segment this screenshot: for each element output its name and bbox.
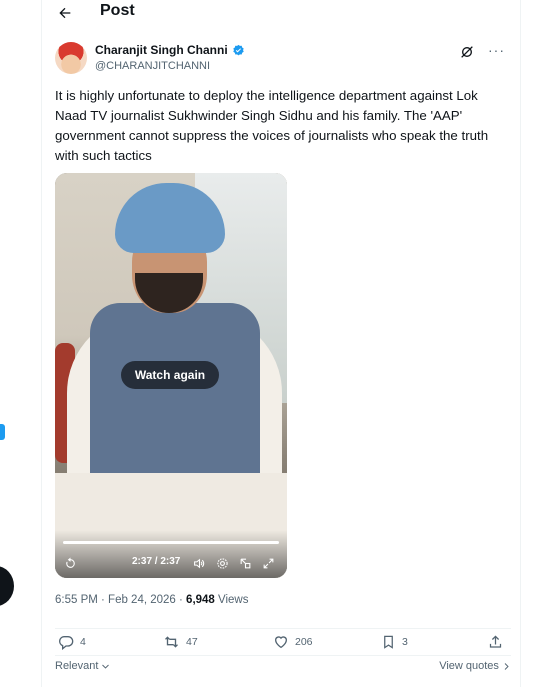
share-button[interactable] [488,634,503,650]
author-handle[interactable]: @CHARANJITCHANNI [95,60,210,72]
right-rail [521,0,546,687]
back-button[interactable] [54,2,76,24]
sort-replies-label: Relevant [55,660,99,672]
chevron-right-icon [504,662,509,670]
verified-badge-icon [232,44,244,55]
like-count: 206 [295,636,313,648]
author-display-name[interactable]: Charanjit Singh Channi [95,43,228,57]
fullscreen-icon[interactable] [261,556,275,570]
repost-count: 47 [186,636,198,648]
author-name-row: Charanjit Singh Channi [95,43,245,57]
tweet-meta: 6:55 PM · Feb 24, 2026 · 6,948 Views [55,594,249,606]
avatar[interactable] [55,42,87,74]
bookmark-count: 3 [402,636,408,648]
video-progress-bar[interactable] [63,541,279,544]
heart-icon [274,636,288,649]
repost-button[interactable]: 47 [163,634,198,650]
more-options-icon[interactable]: ··· [488,42,505,58]
reply-icon [59,636,74,650]
watch-again-button[interactable]: Watch again [121,361,219,389]
video-player[interactable]: Watch again 2:37 / 2:37 [55,173,287,578]
sort-replies-dropdown[interactable]: Relevant [55,660,110,672]
views-count: 6,948 [186,594,215,606]
arrow-left-icon [59,7,71,19]
like-button[interactable]: 206 [273,634,313,650]
repost-icon [165,636,178,648]
volume-icon[interactable] [192,556,206,570]
picture-in-picture-icon[interactable] [238,556,252,570]
views-label: Views [214,594,249,606]
view-quotes-label: View quotes [439,660,499,672]
chevron-down-icon [102,664,110,669]
main-column: Post Charanjit Singh Channi @CHARANJITCH… [41,0,521,687]
author-row: Charanjit Singh Channi @CHARANJITCHANNI … [55,40,509,80]
reply-button[interactable]: 4 [58,634,86,650]
video-time: 2:37 / 2:37 [132,556,181,567]
view-quotes-link[interactable]: View quotes [439,660,511,672]
reply-count: 4 [80,636,86,648]
bookmark-icon [384,635,393,649]
video-controls: 2:37 / 2:37 [55,530,287,578]
left-navigation-rail [0,0,41,687]
page-header: Post [42,0,522,26]
tweet-text: It is highly unfortunate to deploy the i… [55,88,489,163]
nav-active-indicator [0,424,5,440]
grok-icon[interactable] [459,44,475,60]
action-bar: 4 47 206 3 [55,628,511,656]
replay-icon[interactable] [63,556,77,570]
compose-fab-button[interactable] [0,566,14,606]
tweet-timestamp[interactable]: 6:55 PM · Feb 24, 2026 · [55,594,186,606]
replies-footer: Relevant View quotes [55,658,511,678]
page-title: Post [100,2,135,19]
share-icon [489,635,502,648]
bookmark-button[interactable]: 3 [381,634,408,650]
settings-gear-icon[interactable] [215,556,229,570]
